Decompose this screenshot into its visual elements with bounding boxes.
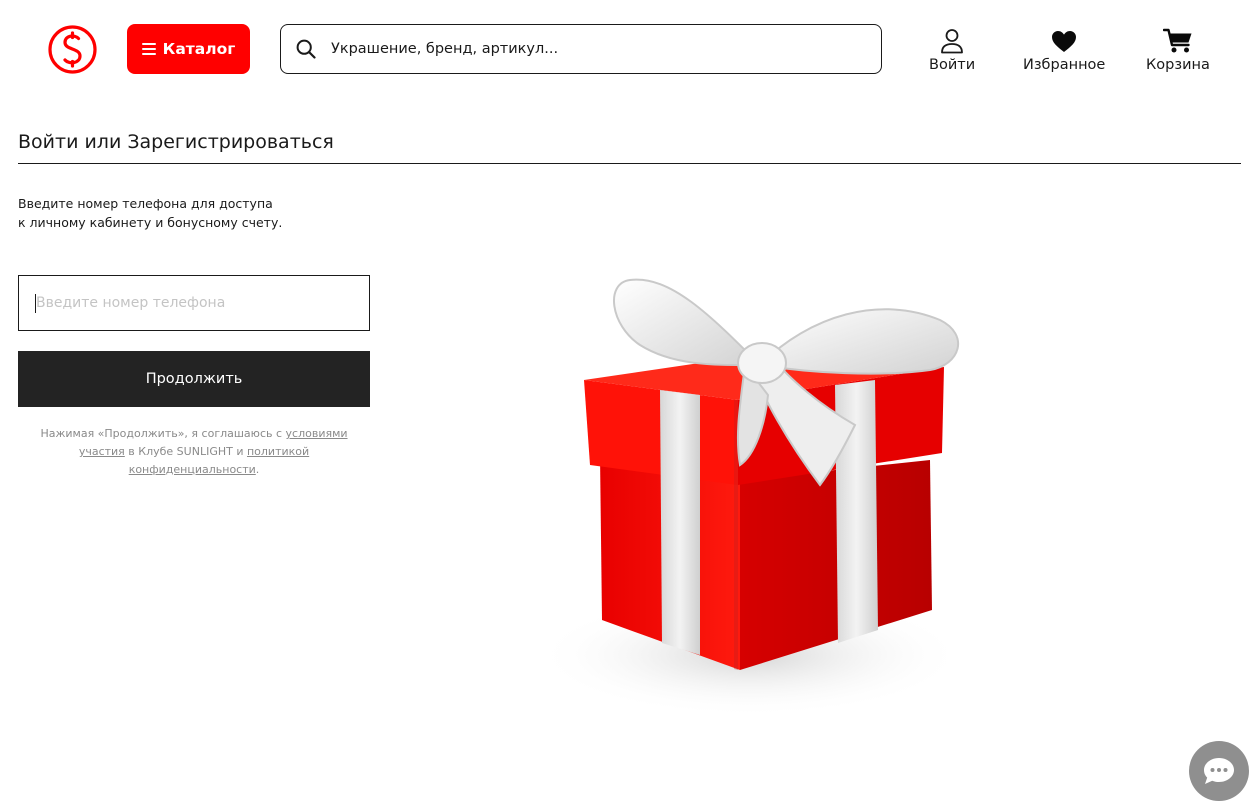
sunlight-logo-icon[interactable]: [47, 24, 98, 75]
login-description: Введите номер телефона для доступа к лич…: [18, 194, 282, 232]
terms-part-2: в Клубе SUNLIGHT и: [124, 445, 247, 458]
search-icon: [296, 39, 316, 59]
heart-icon: [1052, 30, 1077, 52]
catalog-label: Каталог: [162, 40, 236, 58]
catalog-button[interactable]: Каталог: [127, 24, 250, 74]
gift-box-image: [535, 278, 965, 717]
chat-icon: [1204, 758, 1234, 784]
title-divider: [18, 163, 1241, 164]
description-line-1: Введите номер телефона для доступа: [18, 196, 273, 211]
phone-field[interactable]: [18, 275, 370, 331]
cart-label: Корзина: [1146, 57, 1210, 73]
search-bar[interactable]: [280, 24, 882, 74]
description-line-2: к личному кабинету и бонусному счету.: [18, 215, 283, 230]
phone-input[interactable]: [36, 295, 346, 311]
terms-part-1: Нажимая «Продолжить», я соглашаюсь с: [40, 427, 286, 440]
continue-button[interactable]: Продолжить: [18, 351, 370, 407]
login-nav-item[interactable]: Войти: [929, 27, 975, 73]
user-icon: [941, 29, 963, 54]
terms-part-3: .: [255, 463, 260, 476]
cart-nav-item[interactable]: Корзина: [1146, 27, 1210, 73]
search-input[interactable]: [331, 41, 851, 57]
menu-icon: [141, 43, 156, 55]
chat-button[interactable]: [1189, 741, 1249, 801]
page-title: Войти или Зарегистрироваться: [18, 131, 334, 153]
favorites-nav-item[interactable]: Избранное: [1023, 27, 1105, 73]
login-label: Войти: [929, 57, 976, 73]
cart-icon: [1162, 28, 1192, 53]
terms-text: Нажимая «Продолжить», я соглашаюсь с усл…: [18, 425, 370, 479]
favorites-label: Избранное: [1023, 57, 1106, 73]
